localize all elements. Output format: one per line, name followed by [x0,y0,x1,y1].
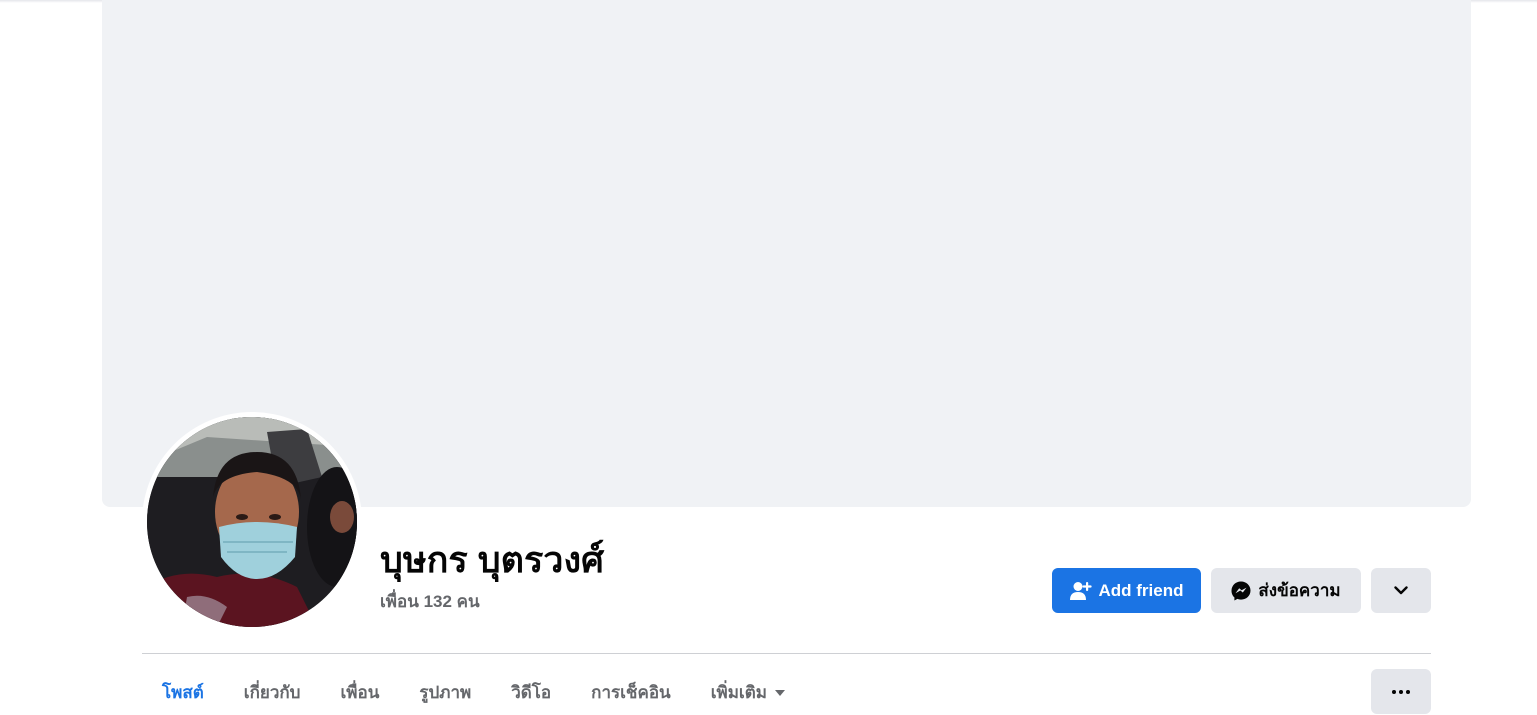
chevron-down-icon [1394,586,1408,595]
messenger-icon [1231,581,1251,601]
friends-count[interactable]: เพื่อน 132 คน [380,590,480,614]
add-friend-button[interactable]: Add friend [1052,568,1201,613]
tab-friends-label: เพื่อน [340,683,380,702]
add-friend-label: Add friend [1098,580,1184,600]
tabs-menu-button[interactable] [1371,669,1431,714]
tab-more-label: เพิ่มเติม [710,683,767,702]
tab-about-label: เกี่ยวกับ [243,683,301,702]
tab-check-ins-label: การเช็คอิน [591,683,671,702]
tab-videos-label: วิดีโอ [511,683,552,702]
message-button[interactable]: ส่งข้อความ [1211,568,1361,613]
person-plus-icon [1069,581,1092,601]
message-label: ส่งข้อความ [1258,581,1341,600]
tab-friends[interactable]: เพื่อน [320,670,399,715]
profile-divider [142,653,1431,654]
profile-photo-image [147,417,357,627]
tab-about[interactable]: เกี่ยวกับ [224,670,321,715]
tab-posts-label: โพสต์ [162,683,204,702]
tab-photos-label: รูปภาพ [419,683,472,702]
ellipsis-icon [1392,689,1410,694]
tab-photos[interactable]: รูปภาพ [399,670,491,715]
profile-tabs: โพสต์ เกี่ยวกับ เพื่อน รูปภาพ วิดีโอ การ… [142,670,805,715]
tab-more[interactable]: เพิ่มเติม [691,670,805,715]
profile-name: บุษกร บุตรวงศ์ [380,539,604,580]
caret-down-icon [774,689,785,696]
tab-posts[interactable]: โพสต์ [142,670,224,715]
profile-picture[interactable] [147,417,357,627]
tab-check-ins[interactable]: การเช็คอิน [571,670,691,715]
tab-videos[interactable]: วิดีโอ [491,670,571,715]
profile-menu-button[interactable] [1371,568,1431,613]
